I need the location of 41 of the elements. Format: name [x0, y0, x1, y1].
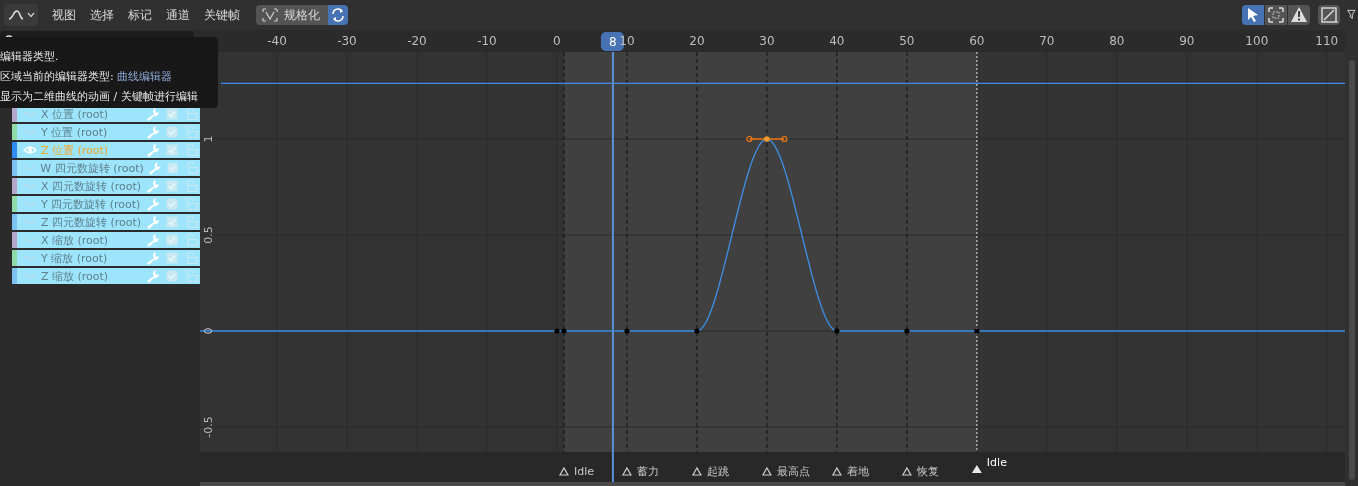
- marker-label: Idle: [986, 456, 1007, 469]
- tooltip-value: 曲线编辑器: [117, 70, 173, 83]
- axis-label: -0.5: [202, 416, 215, 438]
- frame-number: 30: [759, 34, 775, 48]
- frame-number: 0: [553, 34, 561, 48]
- axis-label: 1: [202, 135, 215, 143]
- channel-name: Z 位置 (root): [41, 142, 110, 158]
- frame-number: 60: [969, 34, 985, 48]
- frame-number: -20: [407, 34, 427, 48]
- marker-label: 蓄力: [636, 465, 659, 478]
- tooltip-text: 区域当前的编辑器类型:: [0, 70, 115, 83]
- axis-label: 0.5: [202, 226, 215, 244]
- channel-name: Z 四元数旋转 (root): [41, 214, 142, 230]
- frame-number: 90: [1179, 34, 1195, 48]
- frame-number: 50: [899, 34, 915, 48]
- frame-number: 100: [1245, 34, 1269, 48]
- frame-number: 80: [1109, 34, 1125, 48]
- frame-number: 20: [689, 34, 705, 48]
- marker-label: 最高点: [776, 465, 810, 478]
- frame-number: 70: [1039, 34, 1055, 48]
- channel-name: X 位置 (root): [41, 106, 110, 122]
- frame-number: -10: [477, 34, 497, 48]
- channel-name: X 四元数旋转 (root): [41, 178, 142, 194]
- tooltip-title: 编辑器类型.: [0, 49, 60, 65]
- channel-name: Y 位置 (root): [41, 124, 109, 140]
- channel-name: X 缩放 (root): [41, 232, 110, 248]
- axis-label: 0: [202, 327, 215, 335]
- channel-name: Y 缩放 (root): [41, 250, 109, 266]
- frame-number: -30: [337, 34, 357, 48]
- channel-name: W 四元数旋转 (root): [40, 160, 144, 176]
- channel-name: Z 缩放 (root): [41, 268, 110, 284]
- marker-label: 起跳: [706, 465, 729, 478]
- marker-label: 着地: [846, 465, 869, 478]
- ref-line-label: 8: [609, 35, 617, 49]
- marker-label: Idle: [573, 465, 594, 478]
- frame-number: -40: [267, 34, 287, 48]
- channel-name: Y 四元数旋转 (root): [41, 196, 142, 212]
- marker-label: 恢复: [916, 465, 939, 478]
- frame-number: 110: [1315, 34, 1339, 48]
- frame-number: 40: [829, 34, 845, 48]
- tooltip-text: 显示为二维曲线的动画 / 关键帧进行编辑: [0, 89, 199, 105]
